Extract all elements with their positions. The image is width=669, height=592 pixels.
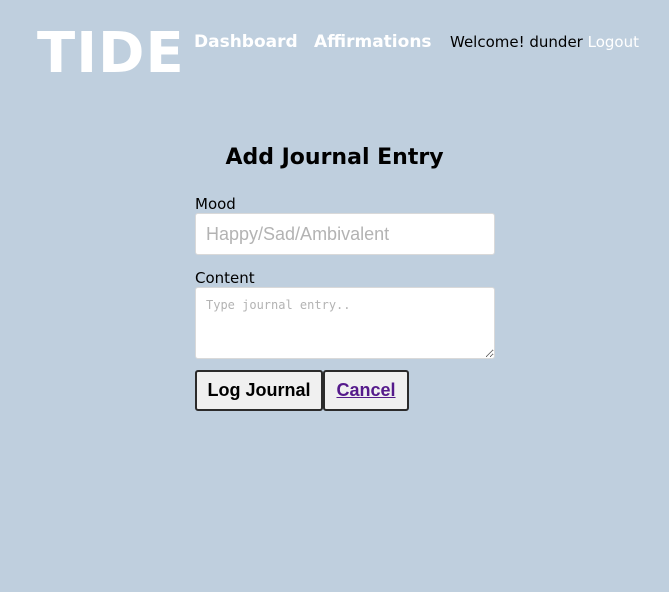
nav-affirmations-link[interactable]: Affirmations xyxy=(314,31,432,53)
logout-link[interactable]: Logout xyxy=(588,33,639,51)
welcome-text: Welcome! dunder xyxy=(450,33,583,51)
cancel-button[interactable]: Cancel xyxy=(323,370,409,411)
content-label: Content xyxy=(195,269,255,287)
form-title-text: Add Journal Entry xyxy=(225,145,444,170)
log-journal-button[interactable]: Log Journal xyxy=(195,370,323,411)
form-title: Add Journal Entry xyxy=(0,144,669,172)
nav-dashboard-link[interactable]: Dashboard xyxy=(194,31,298,53)
user-area: Welcome! dunder Logout xyxy=(450,31,639,53)
mood-label: Mood xyxy=(195,195,236,213)
mood-input[interactable] xyxy=(195,213,495,255)
content-textarea[interactable] xyxy=(195,287,495,359)
app-logo: TIDE xyxy=(37,21,185,86)
